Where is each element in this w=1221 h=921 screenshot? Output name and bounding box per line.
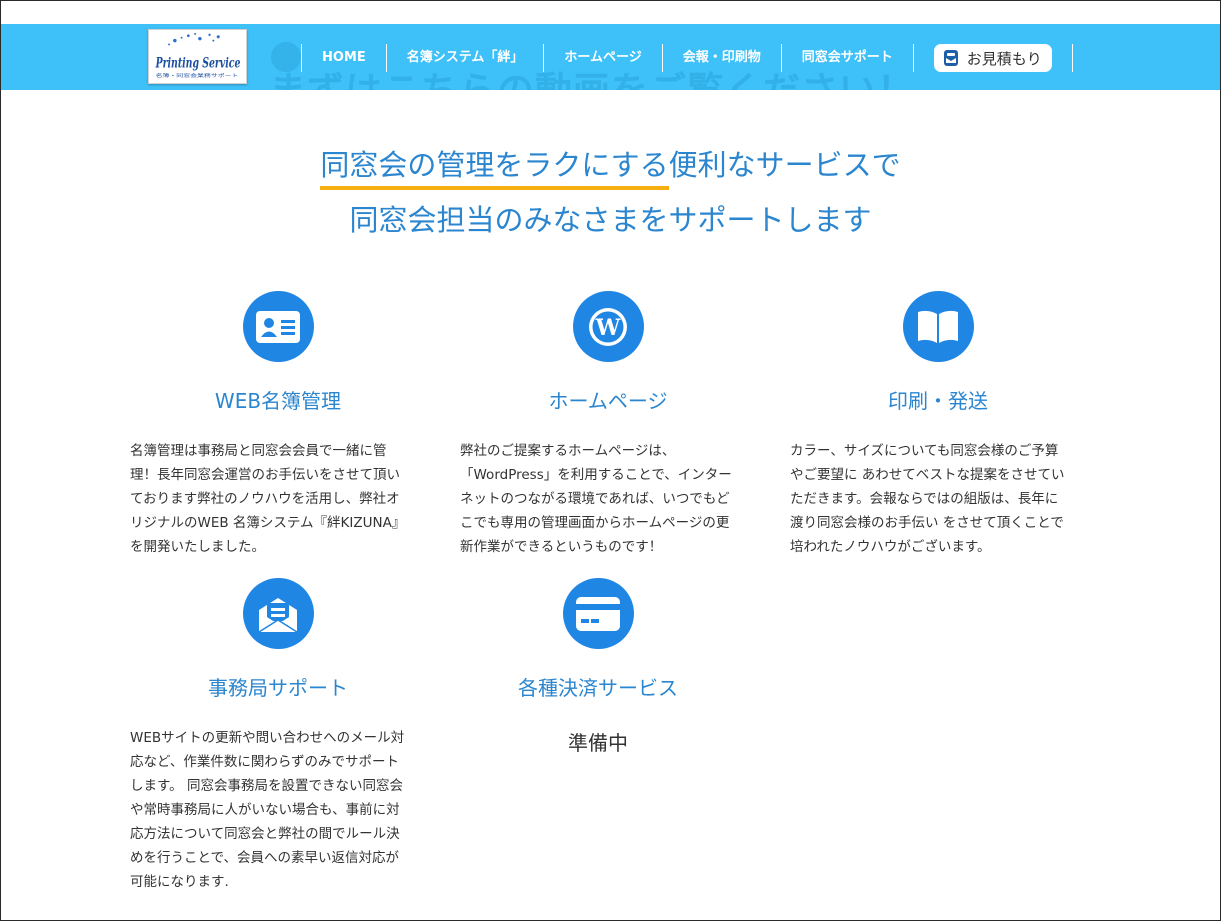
wordpress-icon: W <box>572 291 644 362</box>
description-line: カラー、サイズについても同窓会様のご予算 <box>790 443 1059 459</box>
quote-button-label: お見積もり <box>966 49 1042 68</box>
description-line: こでも専用の管理画面からホームページの更 <box>460 515 730 531</box>
feature-description: WEBサイトの更新や問い合わせへのメール対 応など、作業件数に関わらずのみでサポ… <box>128 726 428 894</box>
main-nav: HOME 名簿システム「絆」 ホームページ 会報・印刷物 同窓会サポート お見積… <box>301 44 1073 72</box>
headline-underlined-text: 同窓会の管理をラクにする <box>320 148 669 190</box>
nav-meibo-system[interactable]: 名簿システム「絆」 <box>387 44 545 72</box>
description-line: を開発いたしました。 <box>130 539 265 555</box>
nav-homepage[interactable]: ホームページ <box>544 44 663 72</box>
logo[interactable]: Printing Service 名簿・同窓会業務サポート <box>148 29 247 84</box>
description-line: 応など、作業件数に関わらずのみでサポート <box>130 754 400 770</box>
description-line: 応方法について同窓会と弊社の間でルール決 <box>130 826 400 842</box>
feature-description: 弊社のご提案するホームページは、 「WordPress」を利用することで、インタ… <box>458 439 758 559</box>
description-line: ただきます。会報ならではの組版は、長年に <box>790 491 1059 507</box>
envelope-letter-icon <box>242 578 314 649</box>
open-book-icon <box>902 291 974 362</box>
description-line: 弊社のご提案するホームページは、 <box>460 443 676 459</box>
svg-text:W: W <box>595 315 621 341</box>
mail-box-icon <box>943 50 958 66</box>
nav-home[interactable]: HOME <box>301 44 387 72</box>
description-line: 「WordPress」を利用することで、インター <box>460 467 732 483</box>
description-line: WEBサイトの更新や問い合わせへのメール対 <box>130 730 405 746</box>
headline-line-2: 同窓会担当のみなさまをサポートします <box>349 203 872 237</box>
top-strip <box>1 1 1220 24</box>
description-line: 可能になります. <box>130 874 229 890</box>
logo-wordmark: Printing Service <box>155 56 240 72</box>
nav-kaiho-print[interactable]: 会報・印刷物 <box>663 44 782 72</box>
feature-payment-services: 各種決済サービス 準備中 <box>448 578 748 755</box>
id-card-icon <box>242 291 314 362</box>
description-line: 新作業ができるというものです！ <box>460 539 663 555</box>
feature-title: 印刷・発送 <box>888 389 988 413</box>
feature-title: ホームページ <box>548 389 668 413</box>
feature-title: 各種決済サービス <box>518 676 678 700</box>
logo-subtext: 名簿・同窓会業務サポート <box>156 72 239 79</box>
description-line: めを行うことで、会員への素早い返信対応が <box>130 850 400 866</box>
nav-quote-wrap: お見積もり <box>914 44 1073 72</box>
feature-description: 名簿管理は事務局と同窓会会員で一緒に管 理！長年同窓会運営のお手伝いをさせて頂い… <box>128 439 428 559</box>
description-line: 名簿管理は事務局と同窓会会員で一緒に管 <box>130 443 387 459</box>
description-line: ております弊社のノウハウを活用し、弊社オ <box>130 491 400 507</box>
nav-dosokai-support[interactable]: 同窓会サポート <box>782 44 914 72</box>
description-line: 培われたノウハウがございます。 <box>790 539 991 555</box>
feature-title: WEB名簿管理 <box>214 389 342 413</box>
feature-description: カラー、サイズについても同窓会様のご予算 やご要望に あわせてベストな提案をさせ… <box>788 439 1088 559</box>
feature-print-shipping: 印刷・発送 カラー、サイズについても同窓会様のご予算 やご要望に あわせてベスト… <box>788 291 1088 559</box>
credit-card-icon <box>562 578 634 649</box>
header-navbar: まずはこちらの動画をご覧ください！ Printing Service 名簿・同窓… <box>1 24 1220 90</box>
headline-line-1: 同窓会の管理をラクにする便利なサービスで <box>0 142 1221 190</box>
description-line: やご要望に あわせてベストな提案をさせてい <box>790 467 1065 483</box>
feature-status: 準備中 <box>568 731 628 755</box>
quote-button[interactable]: お見積もり <box>933 44 1052 72</box>
description-line: 理！長年同窓会運営のお手伝いをさせて頂い <box>130 467 400 483</box>
description-line: ネットのつながる環境であれば、いつでもど <box>460 491 730 507</box>
description-line: や常時事務局に人がいない場合も、事前に対 <box>130 802 400 818</box>
headline-rest-text: 便利なサービスで <box>668 148 901 182</box>
description-line: 渡り同窓会様のお手伝い をさせて頂くことで <box>790 515 1064 531</box>
feature-office-support: 事務局サポート WEBサイトの更新や問い合わせへのメール対 応など、作業件数に関… <box>128 578 428 894</box>
feature-title: 事務局サポート <box>208 676 348 700</box>
description-line: します。 同窓会事務局を設置できない同窓会 <box>130 778 403 794</box>
feature-homepage: W ホームページ 弊社のご提案するホームページは、 「WordPress」を利用… <box>458 291 758 559</box>
feature-web-meibo: WEB名簿管理 名簿管理は事務局と同窓会会員で一緒に管 理！長年同窓会運営のお手… <box>128 291 428 559</box>
description-line: リジナルのWEB 名簿システム『絆KIZUNA』 <box>130 515 406 531</box>
